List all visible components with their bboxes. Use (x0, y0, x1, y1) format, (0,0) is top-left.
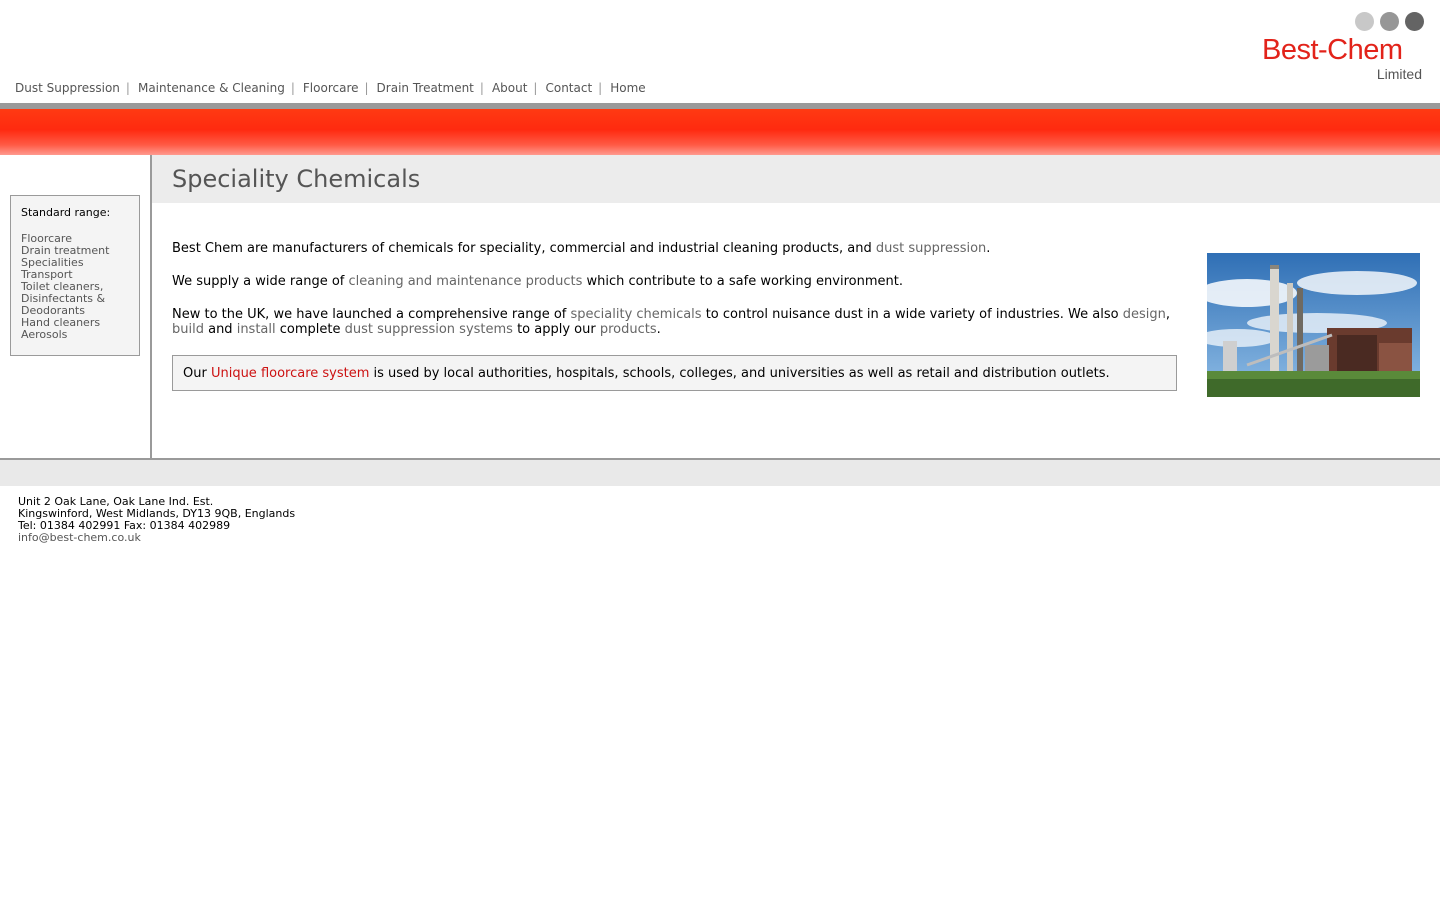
logo-dot-dark (1405, 12, 1424, 31)
company-logo[interactable]: Best-Chem Limited (1262, 12, 1426, 84)
nav-maintenance-cleaning[interactable]: Maintenance & Cleaning (138, 81, 285, 95)
title-band: Speciality Chemicals (152, 155, 1440, 203)
standard-range-box: Standard range: Floorcare Drain treatmen… (10, 195, 140, 356)
company-address: Unit 2 Oak Lane, Oak Lane Ind. Est. King… (18, 496, 295, 544)
build-link[interactable]: build (172, 322, 204, 337)
logo-dots (1355, 12, 1424, 31)
main-content: Best Chem are manufacturers of chemicals… (172, 241, 1177, 355)
floorcare-notice-box: Our Unique floorcare system is used by l… (172, 355, 1177, 391)
launch-paragraph: New to the UK, we have launched a compre… (172, 307, 1177, 337)
nav-floorcare[interactable]: Floorcare (303, 81, 359, 95)
launch-text-2: to control nuisance dust in a wide varie… (701, 307, 1123, 322)
speciality-chemicals-link[interactable]: speciality chemicals (571, 307, 702, 322)
red-banner (0, 109, 1440, 155)
nav-drain-treatment[interactable]: Drain Treatment (377, 81, 474, 95)
industrial-plant-photo (1207, 253, 1420, 397)
nav-separator: | (364, 81, 369, 95)
logo-sub-text: Limited (1376, 66, 1422, 82)
launch-text-5: complete (275, 322, 345, 337)
logo-brand-text: Best-Chem (1262, 34, 1403, 66)
notice-text-end: is used by local authorities, hospitals,… (369, 366, 1110, 381)
nav-separator: | (479, 81, 484, 95)
design-link[interactable]: design (1123, 307, 1166, 322)
supply-text-end: which contribute to a safe working envir… (582, 274, 903, 289)
nav-separator: | (598, 81, 603, 95)
nav-separator: | (125, 81, 130, 95)
logo-dot-light (1355, 12, 1374, 31)
install-link[interactable]: install (237, 322, 276, 337)
page-title: Speciality Chemicals (172, 165, 421, 193)
nav-separator: | (533, 81, 538, 95)
supply-text: We supply a wide range of (172, 274, 349, 289)
launch-text: New to the UK, we have launched a compre… (172, 307, 571, 322)
launch-text-4: and (203, 322, 237, 337)
logo-dot-mid (1380, 12, 1399, 31)
nav-home[interactable]: Home (610, 81, 645, 95)
launch-text-6: to apply our (512, 322, 600, 337)
intro-paragraph: Best Chem are manufacturers of chemicals… (172, 241, 1177, 256)
standard-range-title: Standard range: (21, 206, 111, 219)
nav-about[interactable]: About (492, 81, 527, 95)
intro-text: Best Chem are manufacturers of chemicals… (172, 241, 876, 256)
products-link[interactable]: products (600, 322, 657, 337)
cleaning-maintenance-link[interactable]: cleaning and maintenance products (349, 274, 583, 289)
footer-band (0, 460, 1440, 486)
nav-separator: | (290, 81, 295, 95)
sidebar: Standard range: Floorcare Drain treatmen… (0, 155, 150, 458)
launch-text-3: , (1165, 307, 1170, 322)
dust-suppression-systems-link[interactable]: dust suppression systems (345, 322, 513, 337)
nav-dust-suppression[interactable]: Dust Suppression (15, 81, 120, 95)
header: Dust Suppression | Maintenance & Cleaning |… (0, 0, 1440, 104)
notice-text: Our (183, 366, 211, 381)
unique-floorcare-link[interactable]: Unique floorcare system (211, 366, 369, 381)
sidebar-item-aerosols[interactable]: Aerosols (21, 329, 129, 341)
intro-text-end: . (986, 241, 991, 256)
main-nav: Dust Suppression | Maintenance & Cleaning |… (15, 81, 646, 95)
supply-paragraph: We supply a wide range of cleaning and m… (172, 274, 1177, 289)
nav-contact[interactable]: Contact (545, 81, 592, 95)
launch-text-end: . (656, 322, 661, 337)
dust-suppression-link[interactable]: dust suppression (876, 241, 986, 256)
email-link[interactable]: info@best-chem.co.uk (18, 532, 295, 544)
